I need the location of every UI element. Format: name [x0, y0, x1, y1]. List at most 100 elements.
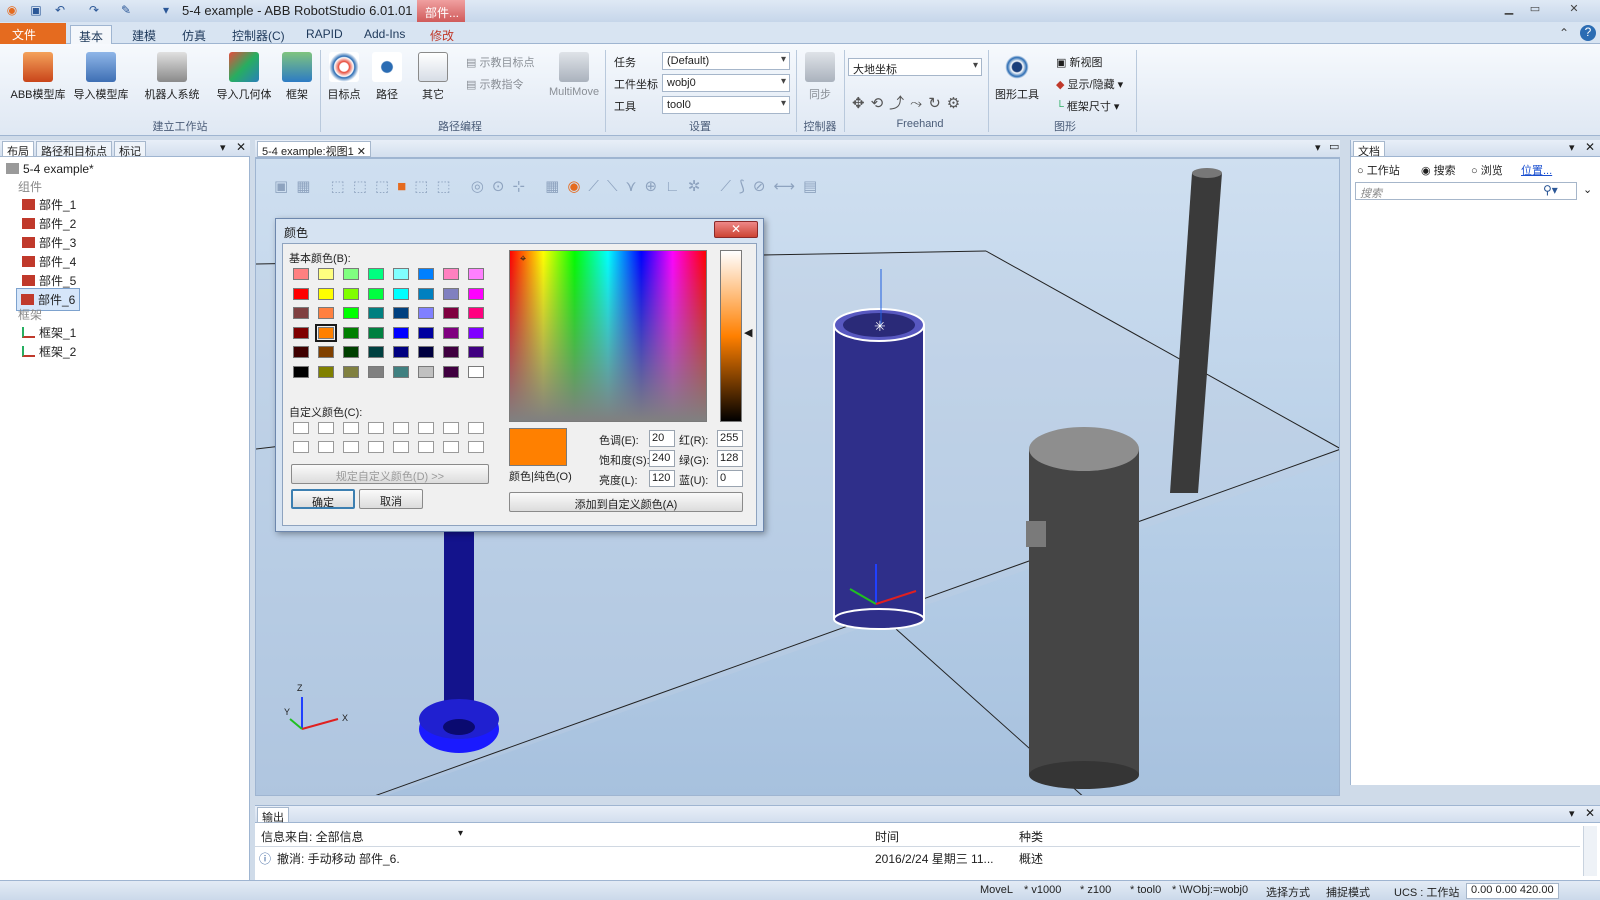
- pin-icon[interactable]: ▾: [220, 141, 226, 154]
- basic-color-swatch[interactable]: [418, 326, 434, 339]
- basic-color-swatch[interactable]: [443, 268, 459, 280]
- basic-color-swatch[interactable]: [418, 365, 434, 378]
- pin-icon[interactable]: ▾: [1569, 807, 1575, 820]
- basic-color-swatch[interactable]: [443, 365, 459, 378]
- custom-color-swatch[interactable]: [368, 441, 384, 453]
- import-library-button[interactable]: 导入模型库: [70, 52, 132, 102]
- status-select-mode[interactable]: 选择方式: [1266, 884, 1310, 900]
- tree-item-part-4[interactable]: 部件_4: [22, 253, 76, 270]
- source-filter-combo[interactable]: 信息来自: 全部信息 ▾: [257, 826, 469, 844]
- output-message[interactable]: 撤消: 手动移动 部件_6.: [277, 850, 400, 867]
- basic-color-swatch[interactable]: [393, 326, 409, 339]
- freehand-reorient-icon[interactable]: ↻: [928, 95, 947, 112]
- tab-modeling[interactable]: 建模: [124, 25, 164, 44]
- basic-color-swatch[interactable]: [318, 307, 334, 319]
- custom-color-swatch[interactable]: [443, 422, 459, 434]
- basic-color-swatch[interactable]: [418, 268, 434, 280]
- basic-color-swatch[interactable]: [368, 365, 384, 378]
- ok-button[interactable]: 确定: [291, 489, 355, 509]
- save-icon[interactable]: ▣: [28, 3, 44, 19]
- undo-icon[interactable]: ↶: [52, 3, 68, 19]
- redo-icon[interactable]: ↷: [86, 3, 102, 19]
- color-spectrum[interactable]: ⌖: [509, 250, 707, 422]
- tab-rapid[interactable]: RAPID: [298, 25, 351, 44]
- basic-color-swatch[interactable]: [343, 287, 359, 300]
- basic-color-swatch[interactable]: [343, 268, 359, 280]
- basic-color-swatch[interactable]: [393, 268, 409, 280]
- basic-color-swatch[interactable]: [468, 365, 484, 378]
- basic-color-swatch[interactable]: [468, 346, 484, 358]
- tree-item-part-5[interactable]: 部件_5: [22, 272, 76, 289]
- blue-input[interactable]: 0: [717, 470, 743, 487]
- locations-link[interactable]: 位置...: [1521, 162, 1552, 178]
- tree-item-part-3[interactable]: 部件_3: [22, 234, 76, 251]
- tab-simulation[interactable]: 仿真: [174, 25, 214, 44]
- tab-output[interactable]: 输出: [257, 807, 289, 824]
- custom-color-swatch[interactable]: [443, 441, 459, 453]
- custom-color-swatch[interactable]: [343, 441, 359, 453]
- basic-color-swatch[interactable]: [393, 307, 409, 319]
- custom-color-swatch[interactable]: [418, 441, 434, 453]
- basic-color-swatch[interactable]: [293, 268, 309, 280]
- basic-color-swatch[interactable]: [418, 287, 434, 300]
- status-instruction[interactable]: MoveL: [980, 884, 1013, 896]
- tab-modify[interactable]: 修改: [422, 25, 462, 44]
- measure-icon[interactable]: ✎: [118, 3, 134, 19]
- dialog-close-button[interactable]: ✕: [714, 221, 758, 238]
- collapse-ribbon-icon[interactable]: ⌃: [1556, 26, 1572, 42]
- custom-color-swatch[interactable]: [293, 441, 309, 453]
- target-button[interactable]: 目标点: [326, 52, 362, 102]
- show-hide-button[interactable]: ◆ 显示/隐藏 ▾: [1056, 76, 1123, 92]
- custom-color-swatch[interactable]: [468, 441, 484, 453]
- multimove-button[interactable]: MultiMove: [546, 52, 602, 98]
- basic-color-swatch[interactable]: [293, 307, 309, 319]
- tree-item-part-2[interactable]: 部件_2: [22, 215, 76, 232]
- freehand-multi-jog-icon[interactable]: ⚙: [947, 95, 966, 112]
- task-combo[interactable]: (Default): [662, 52, 790, 70]
- search-icon[interactable]: ⚲▾: [1543, 183, 1558, 197]
- radio-station[interactable]: ○ 工作站: [1357, 162, 1400, 178]
- luminance-input[interactable]: 120: [649, 470, 675, 487]
- basic-color-swatch[interactable]: [343, 346, 359, 358]
- close-button[interactable]: ✕: [1556, 2, 1592, 18]
- custom-color-swatch[interactable]: [343, 422, 359, 434]
- restore-button[interactable]: ▭: [1522, 2, 1548, 18]
- tree-item-frame-2[interactable]: 框架_2: [22, 343, 76, 360]
- hue-input[interactable]: 20: [649, 430, 675, 447]
- pin-icon[interactable]: ▾: [1569, 141, 1575, 154]
- status-zone[interactable]: * z100: [1080, 884, 1111, 896]
- tree-item-part-1[interactable]: 部件_1: [22, 196, 76, 213]
- status-wobj[interactable]: * \WObj:=wobj0: [1172, 884, 1248, 896]
- basic-color-swatch[interactable]: [368, 346, 384, 358]
- robot-system-button[interactable]: 机器人系统: [140, 52, 204, 102]
- custom-color-swatch[interactable]: [393, 441, 409, 453]
- basic-color-swatch[interactable]: [368, 326, 384, 339]
- sync-button[interactable]: 同步: [804, 52, 836, 102]
- panel-close-icon[interactable]: ✕: [1585, 806, 1595, 820]
- freehand-linear-jog-icon[interactable]: ⤳: [910, 95, 928, 112]
- basic-color-swatch[interactable]: [468, 287, 484, 300]
- panel-close-icon[interactable]: ✕: [236, 140, 246, 154]
- abb-library-button[interactable]: ABB模型库: [8, 52, 68, 102]
- tree-root[interactable]: 5-4 example*: [6, 162, 94, 176]
- luminance-arrow-icon[interactable]: ◀: [744, 326, 752, 339]
- basic-color-swatch[interactable]: [318, 346, 334, 358]
- add-custom-color-button[interactable]: 添加到自定义颜色(A): [509, 492, 743, 512]
- tree-components-label[interactable]: 组件: [18, 178, 42, 195]
- teach-target-button[interactable]: ▤ 示教目标点: [466, 54, 534, 70]
- basic-color-swatch[interactable]: [468, 326, 484, 339]
- freehand-move-icon[interactable]: ✥: [852, 95, 871, 112]
- basic-color-swatch[interactable]: [318, 287, 334, 300]
- radio-search[interactable]: ◉ 搜索: [1421, 162, 1456, 178]
- basic-color-swatch[interactable]: [343, 307, 359, 319]
- basic-color-swatch[interactable]: [293, 287, 309, 300]
- minimize-button[interactable]: ▁: [1496, 2, 1522, 18]
- new-view-button[interactable]: ▣ 新视图: [1056, 54, 1102, 70]
- basic-color-swatch[interactable]: [293, 326, 309, 339]
- basic-color-swatch[interactable]: [343, 365, 359, 378]
- basic-color-swatch[interactable]: [418, 307, 434, 319]
- output-scrollbar[interactable]: [1583, 826, 1597, 876]
- basic-color-swatch[interactable]: [343, 326, 359, 339]
- freehand-rotate-icon[interactable]: ⟲: [871, 95, 890, 112]
- basic-color-swatch[interactable]: [293, 365, 309, 378]
